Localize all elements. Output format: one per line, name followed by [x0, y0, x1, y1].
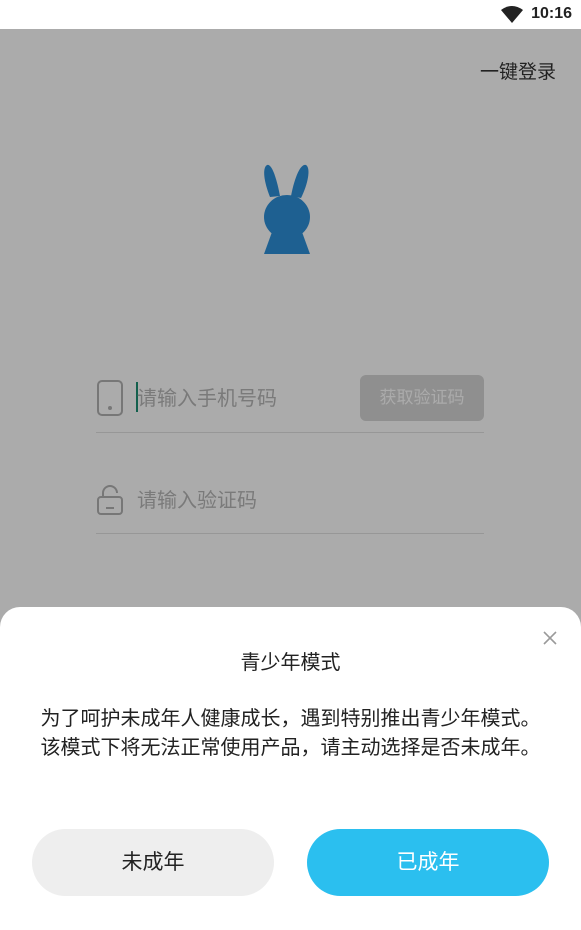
clock: 10:16 [531, 5, 572, 22]
close-icon[interactable] [543, 631, 557, 645]
teen-mode-dialog: 青少年模式 为了呵护未成年人健康成长，遇到特别推出青少年模式。该模式下将无法正常… [0, 607, 581, 930]
wifi-icon [501, 6, 523, 23]
minor-button[interactable]: 未成年 [32, 829, 274, 896]
dialog-message: 为了呵护未成年人健康成长，遇到特别推出青少年模式。该模式下将无法正常使用产品，请… [40, 706, 541, 759]
status-bar: 10:16 [0, 0, 581, 29]
adult-button[interactable]: 已成年 [307, 829, 549, 896]
dialog-title: 青少年模式 [240, 650, 341, 674]
